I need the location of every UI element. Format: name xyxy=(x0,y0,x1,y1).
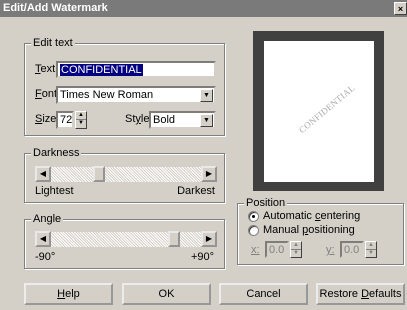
x-input[interactable]: 0.0 xyxy=(265,241,289,258)
angle-max-label: +90° xyxy=(190,251,214,263)
manual-positioning-radio[interactable] xyxy=(248,225,259,236)
scroll-right-icon[interactable]: ▶ xyxy=(201,231,217,247)
x-spinner[interactable]: ▲ ▼ xyxy=(290,241,302,258)
scroll-left-icon[interactable]: ◀ xyxy=(35,231,51,247)
angle-slider[interactable]: ◀ ▶ xyxy=(35,231,217,247)
scroll-right-icon[interactable]: ▶ xyxy=(201,166,217,182)
font-select[interactable]: Times New Roman ▼ xyxy=(56,86,216,104)
automatic-centering-radio[interactable] xyxy=(248,211,259,222)
darkness-min-label: Lightest xyxy=(35,185,74,197)
angle-group: Angle ◀ ▶ -90° +90° xyxy=(24,213,225,269)
spin-down-icon[interactable]: ▼ xyxy=(76,120,86,128)
style-select-value: Bold xyxy=(153,114,176,126)
x-label: x: xyxy=(251,244,260,256)
darkness-max-label: Darkest xyxy=(177,185,215,197)
manual-positioning-label[interactable]: Manual positioning xyxy=(263,224,355,237)
edit-text-legend: Edit text xyxy=(31,37,75,49)
font-select-value: Times New Roman xyxy=(60,89,154,101)
ok-button[interactable]: OK xyxy=(122,283,211,305)
darkness-slider[interactable]: ◀ ▶ xyxy=(35,166,217,182)
spin-up-icon[interactable]: ▲ xyxy=(366,242,376,250)
position-group: Position Automatic centering Manual posi… xyxy=(237,197,404,265)
y-input[interactable]: 0.0 xyxy=(340,241,364,258)
text-input[interactable]: CONFIDENTIAL xyxy=(56,61,216,78)
darkness-legend: Darkness xyxy=(31,147,82,159)
chevron-down-icon[interactable]: ▼ xyxy=(200,89,213,102)
x-input-value: 0.0 xyxy=(269,244,285,256)
edit-text-group: Edit text Text: CONFIDENTIAL Font: Times… xyxy=(24,37,225,136)
chevron-down-icon[interactable]: ▼ xyxy=(200,114,213,127)
position-legend: Position xyxy=(244,197,288,209)
help-button[interactable]: Help xyxy=(24,283,113,305)
y-label: y: xyxy=(326,244,335,256)
preview-page: CONFIDENTIAL xyxy=(264,41,374,182)
title-bar: Edit/Add Watermark × xyxy=(0,0,407,17)
preview-watermark-text: CONFIDENTIAL xyxy=(296,82,357,136)
y-spinner[interactable]: ▲ ▼ xyxy=(365,241,377,258)
angle-slider-thumb[interactable] xyxy=(168,231,180,247)
size-input-value: 72 xyxy=(60,114,73,126)
watermark-preview: CONFIDENTIAL xyxy=(253,31,384,191)
size-input[interactable]: 72 xyxy=(56,111,74,129)
angle-legend: Angle xyxy=(31,213,64,225)
spin-up-icon[interactable]: ▲ xyxy=(291,242,301,250)
y-input-value: 0.0 xyxy=(344,244,360,256)
spin-up-icon[interactable]: ▲ xyxy=(76,112,86,120)
scroll-left-icon[interactable]: ◀ xyxy=(35,166,51,182)
text-label: Text: xyxy=(35,63,59,75)
angle-min-label: -90° xyxy=(35,251,56,263)
darkness-group: Darkness ◀ ▶ Lightest Darkest xyxy=(24,147,225,203)
text-input-value: CONFIDENTIAL xyxy=(60,64,143,76)
cancel-button[interactable]: Cancel xyxy=(219,283,308,305)
spin-down-icon[interactable]: ▼ xyxy=(366,250,376,258)
close-icon[interactable]: × xyxy=(394,2,407,15)
automatic-centering-label[interactable]: Automatic centering xyxy=(263,210,360,223)
darkness-slider-thumb[interactable] xyxy=(93,166,105,182)
window-title: Edit/Add Watermark xyxy=(3,2,108,14)
style-select[interactable]: Bold ▼ xyxy=(149,111,216,129)
size-spinner[interactable]: ▲ ▼ xyxy=(75,111,87,129)
restore-defaults-button[interactable]: Restore Defaults xyxy=(316,283,405,305)
spin-down-icon[interactable]: ▼ xyxy=(291,250,301,258)
